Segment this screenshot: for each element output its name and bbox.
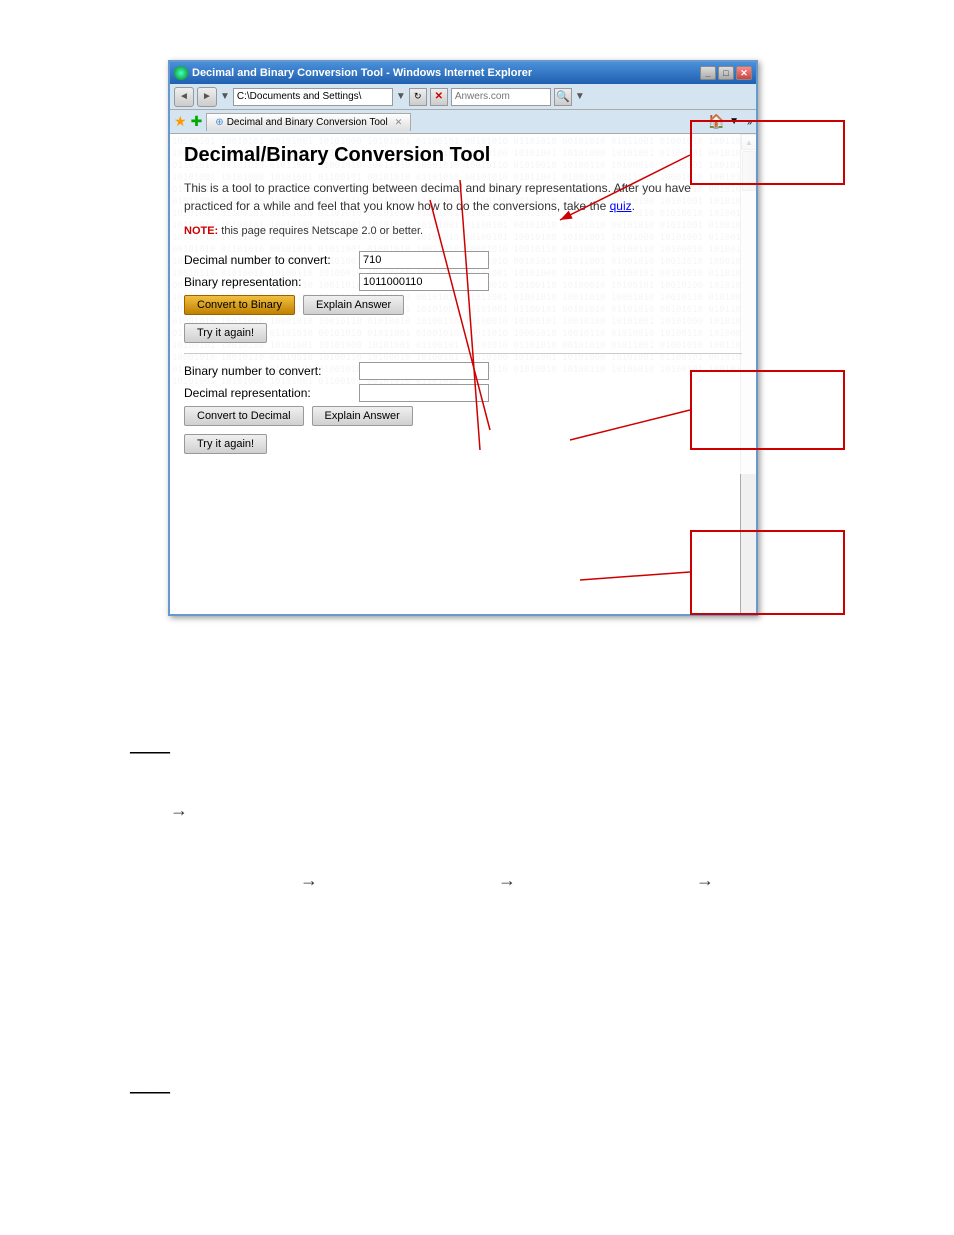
back-button[interactable]: ◄ (174, 87, 194, 107)
main-content-area: Decimal/Binary Conversion Tool This is a… (170, 134, 756, 474)
arrow-row-1: → (170, 800, 188, 821)
tab-label: Decimal and Binary Conversion Tool (227, 117, 388, 128)
browser-window: Decimal and Binary Conversion Tool - Win… (168, 60, 758, 616)
address-input[interactable] (233, 88, 393, 106)
search-input[interactable] (451, 88, 551, 106)
binary-result-input[interactable] (359, 273, 489, 291)
search-dropdown[interactable]: ▼ (575, 91, 585, 102)
browser-tab[interactable]: ⊕ Decimal and Binary Conversion Tool ✕ (206, 113, 411, 131)
tab-icon: ⊕ (215, 117, 223, 128)
search-button[interactable]: 🔍 (554, 88, 572, 106)
go-button[interactable]: ↻ (409, 88, 427, 106)
dropdown-arrow[interactable]: ▼ (220, 91, 230, 102)
convert-to-binary-button[interactable]: Convert to Binary (184, 295, 295, 315)
explain-answer-button-decimal[interactable]: Explain Answer (303, 295, 404, 315)
add-favorite-icon[interactable]: ✚ (191, 113, 203, 130)
binary-output-label: Binary representation: (184, 275, 359, 289)
try-again-row-binary: Try it again! (184, 434, 742, 454)
try-again-button-binary[interactable]: Try it again! (184, 434, 267, 454)
try-again-button-decimal[interactable]: Try it again! (184, 323, 267, 343)
decimal-output-row: Decimal representation: (184, 384, 742, 402)
decimal-input-label: Decimal number to convert: (184, 253, 359, 267)
note-content: this page requires Netscape 2.0 or bette… (221, 225, 423, 237)
arrow-right-3: → (498, 870, 516, 891)
below-content: ______ (130, 740, 170, 754)
annotation-box-3 (690, 530, 845, 615)
close-button[interactable]: ✕ (736, 66, 752, 80)
minimize-button[interactable]: _ (700, 66, 716, 80)
arrow-right-4: → (696, 870, 714, 891)
decimal-number-input[interactable] (359, 251, 489, 269)
binary-input-label: Binary number to convert: (184, 364, 359, 378)
note-text: NOTE: this page requires Netscape 2.0 or… (184, 225, 742, 237)
browser-icon (174, 66, 188, 80)
description-text: This is a tool to practice converting be… (184, 179, 742, 215)
explain-answer-button-binary[interactable]: Explain Answer (312, 406, 413, 426)
decimal-buttons-row: Convert to Binary Explain Answer (184, 295, 742, 315)
page-content: 10100101 10010101 00101001 10101000 1010… (170, 134, 756, 614)
section-divider (184, 353, 742, 354)
convert-to-decimal-button[interactable]: Convert to Decimal (184, 406, 304, 426)
decimal-output-label: Decimal representation: (184, 386, 359, 400)
window-title: Decimal and Binary Conversion Tool - Win… (192, 67, 532, 79)
address-dropdown[interactable]: ▼ (396, 91, 406, 102)
binary-input-row: Binary number to convert: (184, 362, 742, 380)
note-label: NOTE: (184, 225, 218, 237)
binary-number-input[interactable] (359, 362, 489, 380)
title-bar-left: Decimal and Binary Conversion Tool - Win… (174, 66, 532, 80)
address-bar: ◄ ► ▼ ▼ ↻ ✕ 🔍 ▼ (170, 84, 756, 110)
quiz-link[interactable]: quiz (610, 199, 632, 213)
favorites-bar: ★ ✚ ⊕ Decimal and Binary Conversion Tool… (170, 110, 756, 134)
decimal-input-row: Decimal number to convert: (184, 251, 742, 269)
title-bar-buttons: _ □ ✕ (700, 66, 752, 80)
binary-to-decimal-section: Binary number to convert: Decimal repres… (184, 362, 742, 454)
binary-buttons-row: Convert to Decimal Explain Answer (184, 406, 742, 426)
underline-text-2: ______ (130, 1080, 170, 1094)
arrow-row-2: → → → (300, 870, 714, 891)
maximize-button[interactable]: □ (718, 66, 734, 80)
page-title: Decimal/Binary Conversion Tool (184, 144, 742, 167)
arrow-right-2: → (300, 870, 318, 891)
forward-button[interactable]: ► (197, 87, 217, 107)
description-end: . (632, 199, 635, 213)
annotation-box-2 (690, 370, 845, 450)
try-again-row-decimal: Try it again! (184, 323, 742, 343)
decimal-to-binary-section: Decimal number to convert: Binary repres… (184, 251, 742, 343)
title-bar: Decimal and Binary Conversion Tool - Win… (170, 62, 756, 84)
tab-close-button[interactable]: ✕ (395, 117, 403, 128)
binary-output-row: Binary representation: (184, 273, 742, 291)
favorites-star-icon: ★ (174, 113, 187, 130)
underline-text-1: ______ (130, 740, 170, 754)
decimal-result-input[interactable] (359, 384, 489, 402)
arrow-right-1: → (170, 800, 188, 821)
stop-button[interactable]: ✕ (430, 88, 448, 106)
annotation-box-1 (690, 120, 845, 185)
